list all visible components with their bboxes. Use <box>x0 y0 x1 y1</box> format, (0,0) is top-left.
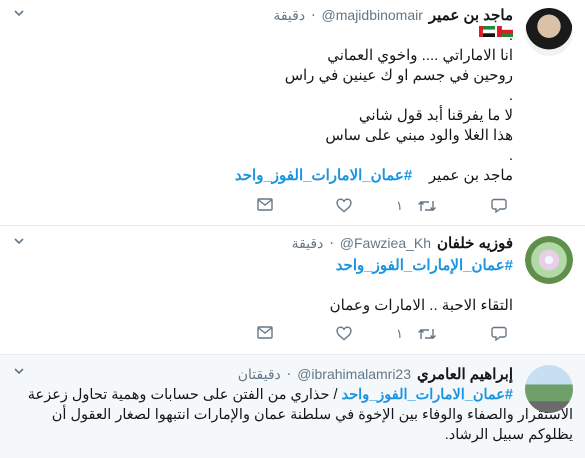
like-button[interactable] <box>336 326 352 341</box>
user-handle[interactable]: @majidbinomair <box>322 7 423 23</box>
hashtag-link[interactable]: #عمان_الإمارات_الفوز_واحد <box>73 256 513 276</box>
text-line: هذا الغلا والود مبني على ساس <box>325 127 513 144</box>
retweet-count: ١ <box>396 198 403 213</box>
retweet-button[interactable]: ١ <box>396 198 437 214</box>
heart-icon <box>336 326 352 341</box>
chevron-down-icon[interactable] <box>14 368 24 378</box>
avatar[interactable] <box>525 236 573 284</box>
text-line: / حذاري من الفتن على حسابات وهمية تحاول … <box>27 387 338 403</box>
text-line: التقاء الاحبة .. الامارات وعمان <box>329 297 513 314</box>
tweet[interactable]: فوزيه خلفان @Fawziea_Kh · دقيقة #عمان_ال… <box>0 226 585 355</box>
tweet-header: إبراهيم العامري @ibrahimalamri23 · دقيقت… <box>238 365 513 383</box>
tweet[interactable]: ماجد بن عمير @majidbinomair · دقيقة . ان… <box>0 0 585 226</box>
dm-button[interactable] <box>257 198 273 211</box>
retweet-icon <box>417 329 436 339</box>
text-line: يظلوكم سبيل الرشاد. <box>444 427 573 443</box>
timestamp[interactable]: دقيقة <box>292 235 324 252</box>
reply-icon <box>491 326 507 341</box>
display-name[interactable]: فوزيه خلفان <box>437 234 513 252</box>
text-line: . <box>508 27 513 44</box>
tweet-actions: ١ <box>0 198 585 216</box>
text-line: . <box>508 147 513 164</box>
timeline-feed: ماجد بن عمير @majidbinomair · دقيقة . ان… <box>0 0 585 458</box>
chevron-down-icon[interactable] <box>14 10 24 20</box>
tweet-actions: ١ <box>0 326 585 344</box>
separator-dot: · <box>329 236 334 252</box>
retweet-icon <box>417 201 436 211</box>
tweet-text: #عمان_الإمارات_الفوز_واحد التقاء الاحبة … <box>73 256 513 316</box>
heart-icon <box>336 198 352 213</box>
hashtag-link[interactable]: #عمان_الامارات_الفوز_واحد <box>235 167 412 184</box>
retweet-button[interactable]: ١ <box>396 326 437 342</box>
tweet[interactable]: إبراهيم العامري @ibrahimalamri23 · دقيقت… <box>0 355 585 458</box>
envelope-icon <box>257 326 273 339</box>
text-line: روحين في جسم او ك عينين في راس <box>284 67 513 84</box>
envelope-icon <box>257 198 273 211</box>
hashtag-link[interactable]: #عمان_الامارات_الفوز_واحد <box>342 387 513 403</box>
tweet-text: . انا الاماراتي .... واخوي العماني روحين… <box>73 26 513 186</box>
like-button[interactable] <box>336 198 352 213</box>
reply-button[interactable] <box>491 326 507 341</box>
text-line: الاستقرار والصفاء والوفاء بين الإخوة في … <box>51 407 573 423</box>
timestamp[interactable]: دقيقة <box>273 7 305 24</box>
tweet-header: فوزيه خلفان @Fawziea_Kh · دقيقة <box>292 234 513 252</box>
separator-dot: · <box>311 8 316 24</box>
text-line: انا الاماراتي .... واخوي العماني <box>327 47 513 64</box>
tweet-header: ماجد بن عمير @majidbinomair · دقيقة <box>273 6 513 24</box>
user-handle[interactable]: @ibrahimalamri23 <box>297 366 411 382</box>
user-handle[interactable]: @Fawziea_Kh <box>340 235 431 251</box>
timestamp[interactable]: دقيقتان <box>238 366 281 383</box>
dm-button[interactable] <box>257 326 273 339</box>
reply-icon <box>491 198 507 213</box>
chevron-down-icon[interactable] <box>14 238 24 248</box>
separator-dot: · <box>286 367 292 383</box>
text-line: . <box>508 87 513 104</box>
retweet-count: ١ <box>396 326 403 341</box>
display-name[interactable]: إبراهيم العامري <box>417 365 513 383</box>
signature: ماجد بن عمير <box>428 167 513 184</box>
reply-button[interactable] <box>491 198 507 213</box>
text-line: لا ما يفرقنا أبد قول شاني <box>358 107 513 124</box>
tweet-text: #عمان_الامارات_الفوز_واحد / حذاري من الف… <box>8 386 573 446</box>
avatar[interactable] <box>525 8 573 56</box>
text-line: ماجد بن عمير #عمان_الامارات_الفوز_واحد <box>73 166 513 186</box>
